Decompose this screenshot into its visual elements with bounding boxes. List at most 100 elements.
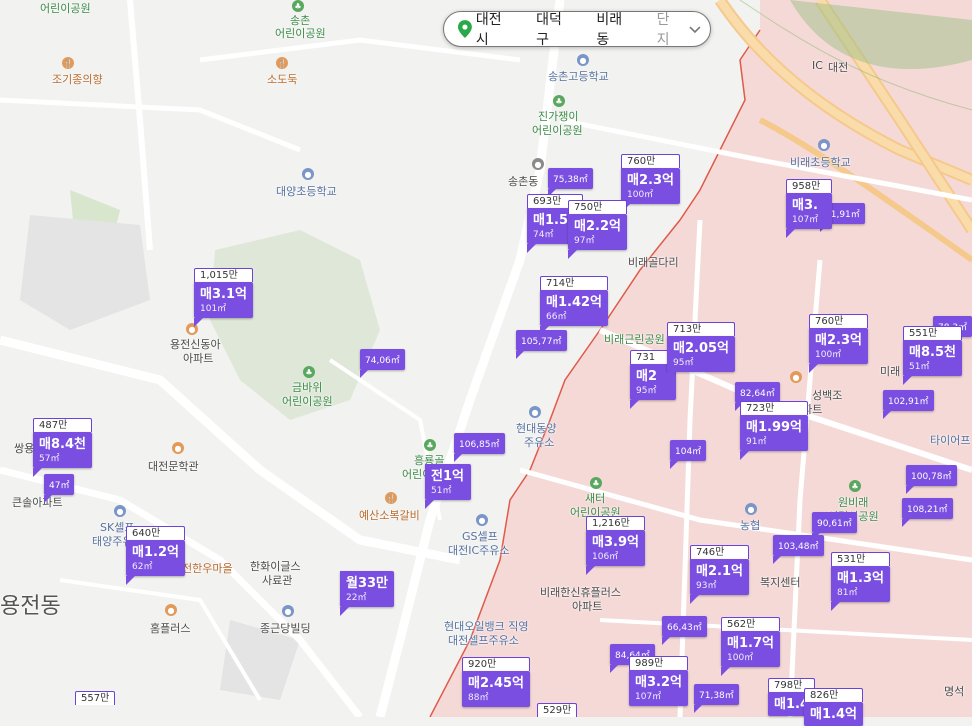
listing-marker[interactable]: 714만 매1.42억 66㎡ xyxy=(540,276,608,335)
size-label: 106,85㎡ xyxy=(454,433,505,454)
listing-body: 매2.2억 97㎡ xyxy=(568,214,627,250)
listing-price: 매2 xyxy=(636,369,658,384)
marker-tail xyxy=(340,607,349,616)
listing-area: 81㎡ xyxy=(837,588,858,598)
listing-body: 전1억 51㎡ xyxy=(425,464,471,500)
listing-body: 매3.1억 101㎡ xyxy=(194,282,253,318)
price-per-unit: 562만 xyxy=(721,617,780,631)
size-marker[interactable]: 108,21㎡ xyxy=(902,498,953,527)
listing-body: 매1.42억 66㎡ xyxy=(540,290,608,326)
size-label: 74,06㎡ xyxy=(360,349,405,370)
listing-price: 매1.99억 xyxy=(746,420,802,435)
marker-tail xyxy=(360,370,368,378)
listing-marker[interactable]: 557만 xyxy=(75,691,116,705)
listing-body: 매2.05억 95㎡ xyxy=(667,336,735,372)
listing-marker[interactable]: 531만 매1.3억 81㎡ xyxy=(831,552,890,611)
listing-body: 매2.3억 100㎡ xyxy=(809,328,868,364)
city-selector[interactable]: 대전시 xyxy=(476,9,514,49)
listing-area: 100㎡ xyxy=(727,653,754,663)
size-label: 82,64㎡ xyxy=(735,382,780,403)
listing-price: 매2.2억 xyxy=(574,219,621,234)
listing-price: 매1.2억 xyxy=(132,545,179,560)
listing-marker[interactable]: 전1억 51㎡ xyxy=(425,464,471,509)
price-per-unit: 723만 xyxy=(740,401,808,415)
listing-price: 매3.1억 xyxy=(200,287,247,302)
size-marker[interactable]: 74,06㎡ xyxy=(360,349,405,378)
listing-marker[interactable]: 760만 매2.3억 100㎡ xyxy=(621,154,680,213)
listing-marker[interactable]: 920만 매2.45억 88㎡ xyxy=(462,657,530,707)
listing-area: 66㎡ xyxy=(546,312,567,322)
listing-marker[interactable]: 487만 매8.4천 57㎡ xyxy=(33,418,92,477)
place-label: 어린이공원 xyxy=(275,27,326,40)
size-marker[interactable]: 103,48㎡ xyxy=(773,535,824,564)
listing-marker[interactable]: 723만 매1.99억 91㎡ xyxy=(740,401,808,460)
place-label: 소도둑 xyxy=(267,73,298,86)
place-label: 용전동 xyxy=(0,594,61,619)
size-marker[interactable]: 100,78㎡ xyxy=(906,465,957,494)
listing-marker[interactable]: 750만 매2.2억 97㎡ xyxy=(568,200,627,259)
marker-tail xyxy=(630,400,639,409)
listing-marker[interactable]: 1,015만 매3.1억 101㎡ xyxy=(194,268,253,327)
listing-price: 매2.1억 xyxy=(696,564,743,579)
listing-area: 62㎡ xyxy=(132,562,153,572)
size-marker[interactable]: 106,85㎡ xyxy=(454,433,505,462)
price-per-unit: 531만 xyxy=(831,552,890,566)
place-label: 농협 xyxy=(740,519,761,532)
size-marker[interactable]: 66,43㎡ xyxy=(662,616,707,645)
marker-tail xyxy=(690,595,699,604)
listing-price: 월33만 xyxy=(346,576,389,591)
chevron-down-icon[interactable] xyxy=(688,22,702,36)
listing-marker[interactable]: 562만 매1.7억 100㎡ xyxy=(721,617,780,676)
listing-body: 매3.9억 106㎡ xyxy=(586,530,645,566)
listing-marker[interactable]: 640만 매1.2억 62㎡ xyxy=(126,526,185,585)
listing-area: 106㎡ xyxy=(592,552,619,562)
listing-body: 매1.3억 81㎡ xyxy=(831,566,890,602)
size-marker[interactable]: 102,91㎡ xyxy=(883,390,934,419)
place-label: 종근당빌딩 xyxy=(260,622,311,635)
listing-marker[interactable]: 529만 xyxy=(537,703,578,717)
listing-marker[interactable]: 551만 매8.5천 51㎡ xyxy=(903,326,962,385)
listing-body: 매8.4천 57㎡ xyxy=(33,432,92,468)
school-icon: ● xyxy=(302,168,314,180)
dong-selector[interactable]: 비래동 xyxy=(596,9,634,49)
listing-body: 매1.2억 62㎡ xyxy=(126,540,185,576)
place-label: 미래 xyxy=(880,365,901,378)
size-marker[interactable]: 75,38㎡ xyxy=(548,168,593,197)
listing-marker[interactable]: 826만 매1.4억 xyxy=(804,688,863,726)
marker-tail xyxy=(694,705,702,713)
listing-price: 매2.3억 xyxy=(627,173,674,188)
listing-marker[interactable]: 746만 매2.1억 93㎡ xyxy=(690,545,749,604)
size-label: 100,78㎡ xyxy=(906,465,957,486)
size-marker[interactable]: 47㎡ xyxy=(44,474,75,503)
location-breadcrumb[interactable]: 대전시 대덕구 비래동 단지 xyxy=(443,9,711,49)
complex-selector[interactable]: 단지 xyxy=(657,9,683,49)
size-label: 104㎡ xyxy=(670,440,707,461)
listing-marker[interactable]: 958만 매3. 107㎡ xyxy=(786,179,832,238)
listing-area: 51㎡ xyxy=(909,362,930,372)
listing-marker[interactable]: 989만 매3.2억 107㎡ xyxy=(629,656,688,706)
place-label: 전한우마을 xyxy=(182,562,233,575)
marker-tail xyxy=(454,454,462,462)
price-per-unit: 557만 xyxy=(75,691,116,705)
price-per-unit: 746만 xyxy=(690,545,749,559)
restaurant-icon: 🍴 xyxy=(385,492,397,504)
place-label: 대전문학관 xyxy=(148,460,199,473)
size-label: 103,48㎡ xyxy=(773,535,824,556)
size-marker[interactable]: 104㎡ xyxy=(670,440,707,469)
listing-marker[interactable]: 713만 매2.05억 95㎡ xyxy=(667,322,735,381)
size-label: 71,38㎡ xyxy=(694,684,739,705)
price-per-unit: 760만 xyxy=(621,154,680,168)
size-marker[interactable]: 71,38㎡ xyxy=(694,684,739,713)
place-label: 대전IC주유소 xyxy=(448,544,510,557)
listing-body: 매2.3억 100㎡ xyxy=(621,168,680,204)
bank-icon: ● xyxy=(745,503,757,515)
listing-area: 107㎡ xyxy=(792,215,819,225)
price-per-unit: 713만 xyxy=(667,322,735,336)
listing-marker[interactable]: 월33만 22㎡ xyxy=(340,571,395,616)
school-icon: ● xyxy=(818,139,830,151)
place-label: 비래초등학교 xyxy=(790,156,851,169)
listing-marker[interactable]: 1,216만 매3.9억 106㎡ xyxy=(586,516,645,575)
place-label: 아파트 xyxy=(572,600,603,613)
district-selector[interactable]: 대덕구 xyxy=(536,9,574,49)
listing-marker[interactable]: 760만 매2.3억 100㎡ xyxy=(809,314,868,373)
